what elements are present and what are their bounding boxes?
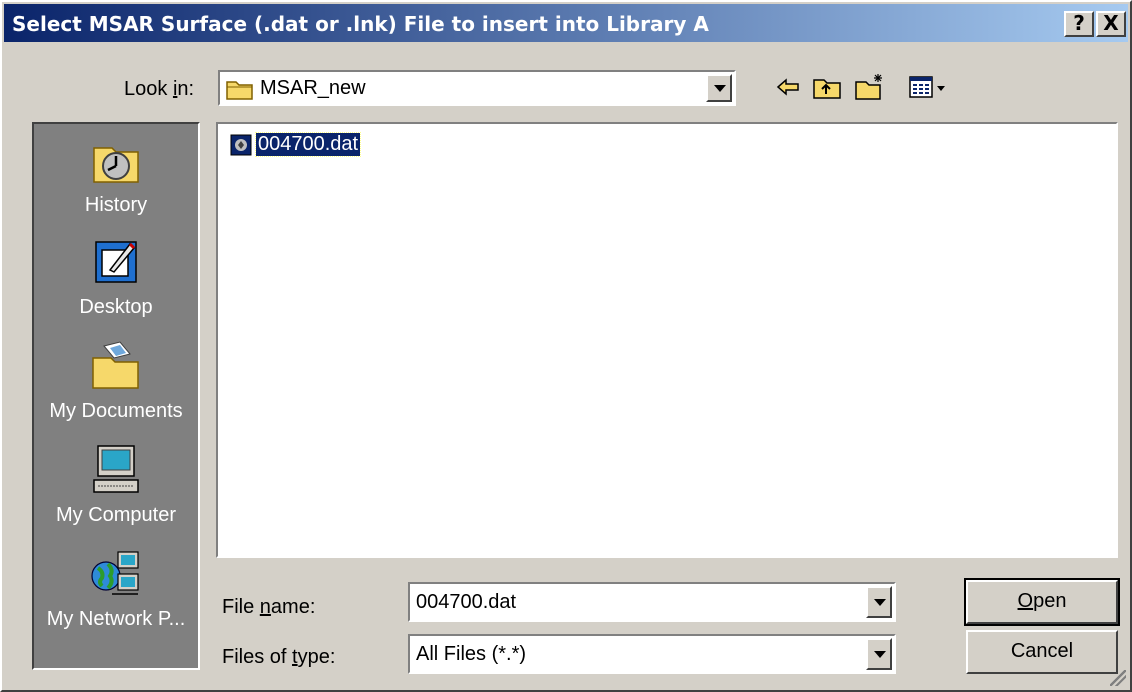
file-type-label: Files of type: [222, 646, 336, 668]
file-type-select[interactable]: All Files (*.*) [408, 634, 896, 674]
open-button[interactable]: Open [964, 578, 1120, 626]
cancel-button[interactable]: Cancel [966, 630, 1118, 674]
places-label-my-documents: My Documents [49, 400, 183, 422]
places-bar: History Desktop My Documents My Computer… [32, 122, 200, 670]
file-name-value: 004700.dat [416, 591, 517, 613]
look-in-value: MSAR_new [260, 77, 366, 99]
window-title: Select MSAR Surface (.dat or .lnk) File … [12, 12, 709, 36]
look-in-dropdown-button[interactable] [706, 74, 732, 102]
places-label-desktop: Desktop [79, 296, 153, 318]
folder-icon [226, 81, 253, 100]
places-item-my-documents[interactable]: My Documents [34, 340, 198, 438]
new-folder-icon[interactable] [854, 72, 886, 102]
places-item-my-computer[interactable]: My Computer [34, 444, 198, 542]
places-item-history[interactable]: History [34, 134, 198, 232]
places-label-my-computer: My Computer [55, 504, 177, 526]
close-button[interactable]: X [1096, 11, 1126, 37]
my-documents-icon [92, 341, 139, 389]
places-label-network: My Network P... [46, 608, 186, 630]
file-name-dropdown-button[interactable] [866, 586, 892, 618]
file-name-label: File name: [222, 596, 316, 618]
file-name-selected: 004700.dat [254, 132, 362, 157]
resize-grip[interactable] [1110, 670, 1126, 686]
title-bar[interactable]: Select MSAR Surface (.dat or .lnk) File … [4, 4, 1128, 42]
places-item-desktop[interactable]: Desktop [34, 236, 198, 334]
back-arrow-icon[interactable] [776, 72, 802, 102]
file-list[interactable]: 004700.dat [216, 122, 1118, 558]
network-icon [91, 551, 139, 595]
view-menu-icon[interactable] [908, 72, 948, 102]
file-open-dialog: Select MSAR Surface (.dat or .lnk) File … [0, 0, 1132, 692]
look-in-combo[interactable]: MSAR_new [218, 70, 736, 106]
help-button[interactable]: ? [1064, 11, 1094, 37]
up-folder-icon[interactable] [812, 72, 842, 102]
file-type-value: All Files (*.*) [416, 643, 527, 665]
places-label-history: History [84, 194, 148, 216]
file-type-dropdown-button[interactable] [866, 638, 892, 670]
places-item-network[interactable]: My Network P... [34, 548, 198, 646]
history-icon [93, 147, 139, 183]
file-name-input[interactable]: 004700.dat [408, 582, 896, 622]
desktop-icon [95, 241, 137, 283]
look-in-label: Look in: [124, 78, 195, 100]
my-computer-icon [93, 445, 139, 493]
dat-file-icon [230, 134, 252, 156]
